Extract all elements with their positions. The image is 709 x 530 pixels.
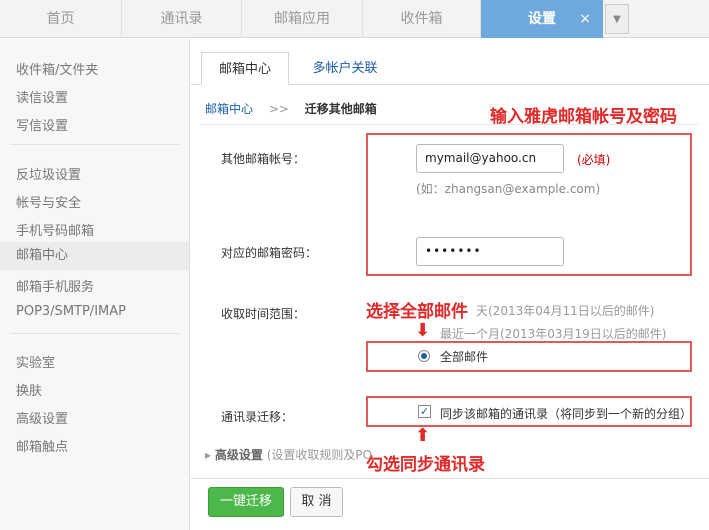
tab-apps[interactable]: 邮箱应用 (242, 0, 363, 38)
callout-sync-contacts: 勾选同步通讯录 (366, 455, 485, 475)
advanced-title: 高级设置 (214, 448, 263, 462)
breadcrumb-separator: >> (268, 102, 289, 116)
sidebar-item-read-settings[interactable]: 读信设置 (16, 87, 68, 106)
tab-settings[interactable]: 设置 × (481, 0, 603, 38)
range-option-month[interactable]: 最近一个月(2013年03月19日以后的邮件) (440, 325, 666, 342)
sidebar-item-touchpoints[interactable]: 邮箱触点 (16, 436, 68, 455)
divider (191, 478, 709, 479)
sidebar-item-account-security[interactable]: 帐号与安全 (16, 192, 81, 211)
tab-mail-center[interactable]: 邮箱中心 (201, 52, 289, 85)
contacts-sync-label[interactable]: 同步该邮箱的通讯录（将同步到一个新的分组） (440, 405, 692, 422)
account-hint: (如：zhangsan@example.com) (416, 182, 601, 196)
sidebar: 收件箱/文件夹 读信设置 写信设置 反垃圾设置 帐号与安全 手机号码邮箱 邮箱中… (0, 39, 190, 530)
breadcrumb-link[interactable]: 邮箱中心 (205, 102, 253, 116)
password-input[interactable]: ••••••• (416, 237, 564, 266)
arrow-down-icon: ⬇ (415, 320, 431, 341)
range-option-days[interactable]: 天(2013年04月11日以后的邮件) (476, 302, 654, 319)
account-input[interactable]: mymail@yahoo.cn (416, 144, 564, 173)
required-note: (必填) (577, 153, 611, 167)
sidebar-divider (10, 333, 180, 334)
sidebar-item-mail-center[interactable]: 邮箱中心 (0, 242, 189, 270)
tab-contacts[interactable]: 通讯录 (122, 0, 242, 38)
breadcrumb: 邮箱中心 >> 迁移其他邮箱 (205, 100, 377, 117)
close-icon[interactable]: × (579, 0, 591, 38)
sidebar-item-advanced[interactable]: 高级设置 (16, 408, 68, 427)
cancel-button[interactable]: 取 消 (290, 487, 343, 517)
tab-settings-label: 设置 (528, 11, 556, 27)
account-label: 其他邮箱帐号： (221, 152, 306, 166)
sidebar-item-inbox-folders[interactable]: 收件箱/文件夹 (16, 59, 98, 78)
page-title: 迁移其他邮箱 (304, 102, 377, 116)
callout-select-all: 选择全部邮件 (366, 302, 468, 322)
content-tab-bar: 邮箱中心 多帐户关联 (191, 39, 709, 85)
sidebar-item-skin[interactable]: 换肤 (16, 380, 42, 399)
triangle-right-icon: ▸ (205, 448, 215, 462)
contacts-label: 通讯录迁移： (221, 410, 294, 424)
contacts-sync-checkbox[interactable]: ✓ (418, 405, 431, 418)
sidebar-item-lab[interactable]: 实验室 (16, 352, 55, 371)
password-label: 对应的邮箱密码： (221, 246, 318, 260)
top-tab-bar: 首页 通讯录 邮箱应用 收件箱 设置 × ▼ (0, 0, 709, 38)
tab-multi-account[interactable]: 多帐户关联 (295, 52, 395, 85)
range-label: 收取时间范围： (221, 307, 306, 321)
arrow-up-icon: ⬆ (415, 425, 431, 446)
tab-home[interactable]: 首页 (0, 0, 122, 38)
range-option-all[interactable]: 全部邮件 (440, 348, 488, 365)
sidebar-item-phone-mailbox[interactable]: 手机号码邮箱 (16, 220, 94, 239)
sidebar-divider (10, 144, 180, 145)
tab-inbox[interactable]: 收件箱 (363, 0, 481, 38)
radio-all-mail[interactable] (418, 350, 430, 362)
sidebar-item-mobile-service[interactable]: 邮箱手机服务 (16, 276, 94, 295)
advanced-desc: (设置收取规则及PO (266, 448, 373, 462)
migrate-button[interactable]: 一键迁移 (208, 487, 284, 517)
callout-account-password: 输入雅虎邮箱帐号及密码 (490, 107, 677, 127)
advanced-settings-toggle[interactable]: ▸ 高级设置 (设置收取规则及PO (205, 446, 372, 463)
chevron-down-icon[interactable]: ▼ (605, 4, 629, 34)
sidebar-item-antispam[interactable]: 反垃圾设置 (16, 164, 81, 183)
highlight-box-all-mail (366, 341, 692, 372)
sidebar-item-write-settings[interactable]: 写信设置 (16, 115, 68, 134)
sidebar-item-pop3[interactable]: POP3/SMTP/IMAP (16, 304, 126, 319)
